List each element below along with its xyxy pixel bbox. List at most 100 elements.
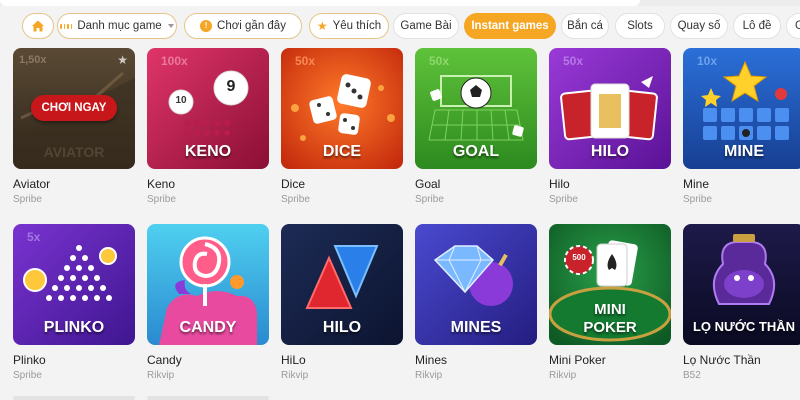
game-title: Keno: [147, 177, 176, 191]
game-title: Dice: [281, 177, 306, 191]
game-provider: Spribe: [13, 370, 42, 381]
game-title: Lọ Nước Thần: [683, 353, 761, 367]
game-art-title: CANDY: [179, 319, 237, 336]
tab-game-bai[interactable]: Game Bài: [393, 13, 459, 39]
game-thumbnail: 50x HILO: [549, 48, 671, 169]
game-card-candy[interactable]: CANDY Candy Rikvip: [147, 224, 269, 390]
game-art-title-line1: MINI: [594, 301, 626, 318]
game-thumbnail: CANDY: [147, 224, 269, 345]
clock-icon: !: [200, 20, 213, 32]
art-multiplier-badge: 50x: [563, 54, 584, 68]
game-provider: Rikvip: [549, 370, 577, 381]
game-title: Goal: [415, 177, 441, 191]
star-icon: ★: [316, 19, 328, 33]
game-provider: Rikvip: [415, 370, 443, 381]
game-category-label: Danh mục game: [77, 20, 162, 32]
tab-label: Slots: [627, 20, 653, 32]
game-card-hilo[interactable]: 50x HILO Hilo Spribe: [549, 48, 671, 214]
tab-label: Bắn cá: [567, 20, 603, 32]
game-card-aviator[interactable]: 1,50x ★ CHƠI NGAY AVIATOR Aviator Spribe: [13, 48, 135, 214]
chip-value: 500: [572, 253, 586, 262]
game-title: Hilo: [549, 177, 570, 191]
game-provider: Spribe: [13, 194, 42, 205]
tab-instant-games[interactable]: Instant games: [464, 13, 556, 39]
home-icon: [31, 19, 45, 33]
game-card-plinko[interactable]: 5x PLINKO Plinko Spribe: [13, 224, 135, 390]
game-thumbnail: 10x MINE: [683, 48, 800, 169]
game-art-title: MINES: [450, 319, 502, 336]
game-art-title: HILO: [322, 319, 362, 336]
game-card-mines[interactable]: MINES Mines Rikvip: [415, 224, 537, 390]
game-card-keno[interactable]: 100x 10 9 KENO Keno Spribe: [147, 48, 269, 214]
game-provider: Spribe: [415, 194, 444, 205]
game-art-title: PLINKO: [43, 319, 105, 336]
game-card-lo-nuoc-than[interactable]: LỌ NƯỚC THẦN Lọ Nước Thần B52: [683, 224, 800, 390]
tab-lo-de[interactable]: Lô đề: [733, 13, 781, 39]
game-title: Plinko: [13, 353, 46, 367]
chevron-down-icon: [167, 24, 174, 28]
game-thumbnail: 100x 10 9 KENO: [147, 48, 269, 169]
tab-label: G: [795, 20, 800, 32]
art-multiplier-badge: 50x: [295, 54, 316, 68]
game-card-goal[interactable]: 50x GOAL Goal Spribe: [415, 48, 537, 214]
keno-ball-number: 9: [226, 78, 236, 95]
game-art-title: DICE: [322, 143, 362, 160]
game-provider: B52: [683, 370, 701, 381]
tab-quay-so[interactable]: Quay số: [670, 13, 728, 39]
game-thumbnail: HILO: [281, 224, 403, 345]
game-card-mine[interactable]: 10x MINE Mine Spribe: [683, 48, 800, 214]
recently-played-label: Chơi gần đây: [217, 20, 286, 32]
recently-played-button[interactable]: ! Chơi gần đây: [184, 13, 302, 39]
tab-label: Lô đề: [742, 20, 772, 32]
game-art-title: GOAL: [452, 143, 500, 160]
game-title: Aviator: [13, 177, 51, 191]
game-thumbnail: 500 MINI POKER: [549, 224, 671, 345]
game-title: HiLo: [281, 353, 306, 367]
game-provider: Rikvip: [147, 370, 175, 381]
grid-icon: [60, 20, 73, 32]
game-art-title: AVIATOR: [43, 144, 105, 160]
game-provider: Spribe: [683, 194, 712, 205]
game-provider: Spribe: [549, 194, 578, 205]
art-multiplier-badge: 5x: [27, 230, 41, 244]
game-card-mini-poker[interactable]: 500 MINI POKER Mini Poker Rikvip: [549, 224, 671, 390]
game-title: Mines: [415, 353, 448, 367]
game-art-title: MINE: [724, 143, 764, 160]
game-thumbnail: MINES: [415, 224, 537, 345]
game-thumbnail: 1,50x ★ CHƠI NGAY AVIATOR: [13, 48, 135, 169]
game-card-dice[interactable]: 50x DICE Dice Spribe: [281, 48, 403, 214]
favorite-star-icon[interactable]: ★: [117, 53, 128, 67]
favorites-button[interactable]: ★ Yêu thích: [309, 13, 389, 39]
game-provider: Rikvip: [281, 370, 309, 381]
art-multiplier-badge: 10x: [697, 54, 718, 68]
play-now-button[interactable]: CHƠI NGAY: [31, 95, 117, 121]
home-button[interactable]: [22, 13, 54, 39]
keno-ball-number: 10: [175, 95, 187, 106]
tab-label: Quay số: [677, 20, 721, 32]
favorites-label: Yêu thích: [332, 20, 382, 32]
tab-label: Instant games: [471, 20, 549, 32]
game-art-title: KENO: [184, 143, 232, 160]
game-art-title: LỌ NƯỚC THẦN: [692, 319, 796, 334]
tab-slots[interactable]: Slots: [615, 13, 665, 39]
next-row-card-edge: [147, 396, 269, 400]
game-provider: Spribe: [147, 194, 176, 205]
game-category-dropdown[interactable]: Danh mục game: [57, 13, 177, 39]
search-area-edge: [0, 0, 640, 6]
game-title: Mine: [683, 177, 710, 191]
game-title: Candy: [147, 353, 182, 367]
tab-ban-ca[interactable]: Bắn cá: [561, 13, 609, 39]
game-thumbnail: 50x DICE: [281, 48, 403, 169]
game-thumbnail: LỌ NƯỚC THẦN: [683, 224, 800, 345]
game-provider: Spribe: [281, 194, 310, 205]
game-thumbnail: 5x PLINKO: [13, 224, 135, 345]
tab-label: Game Bài: [400, 20, 452, 32]
game-card-hilo-rikvip[interactable]: HILO HiLo Rikvip: [281, 224, 403, 390]
tab-more[interactable]: G: [786, 13, 800, 39]
game-title: Mini Poker: [549, 353, 606, 367]
game-thumbnail: 50x GOAL: [415, 48, 537, 169]
art-multiplier-badge: 100x: [161, 54, 188, 68]
category-filter-bar: Danh mục game ! Chơi gần đây ★ Yêu thích…: [0, 0, 800, 45]
game-art-title: HILO: [590, 143, 630, 160]
art-multiplier-badge: 1,50x: [19, 54, 47, 66]
